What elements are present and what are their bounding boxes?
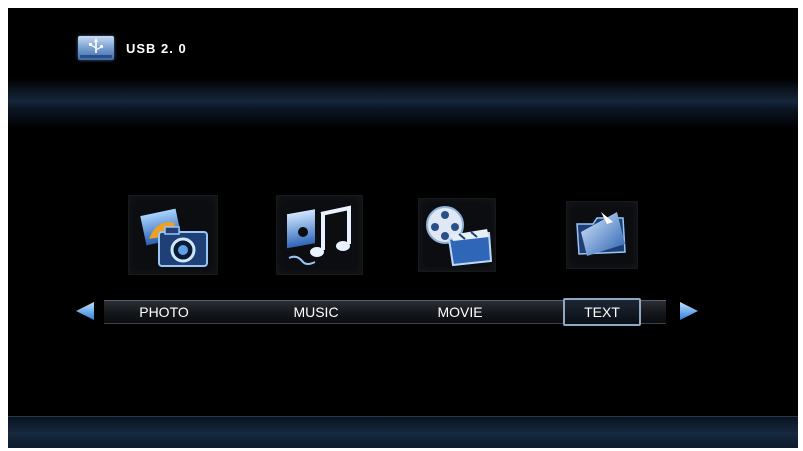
photo-camera-icon <box>140 208 208 267</box>
menu-item-photo[interactable]: PHOTO <box>124 302 204 322</box>
music-tile[interactable] <box>276 195 363 275</box>
film-reel-icon <box>426 206 493 267</box>
movie-tile[interactable] <box>418 198 496 272</box>
header-glow-band <box>8 78 798 130</box>
source-header: USB 2. 0 <box>78 36 187 60</box>
arrow-right-icon[interactable] <box>678 301 700 321</box>
header-title: USB 2. 0 <box>126 40 187 56</box>
text-tile[interactable] <box>566 201 638 269</box>
media-menu-bar: PHOTO MUSIC MOVIE TEXT <box>104 298 666 326</box>
music-note-icon <box>287 205 351 265</box>
usb-media-screen: USB 2. 0 PHOTO MUSIC MOVIE TEXT <box>8 8 798 448</box>
arrow-left-icon[interactable] <box>74 301 96 321</box>
photo-tile[interactable] <box>128 195 218 275</box>
menu-item-music[interactable]: MUSIC <box>276 302 356 322</box>
menu-item-text-selected[interactable]: TEXT <box>563 298 641 326</box>
text-folder-icon <box>576 212 626 256</box>
usb-drive-icon <box>78 36 114 60</box>
menu-item-movie[interactable]: MOVIE <box>420 302 500 322</box>
footer-bar <box>8 416 798 448</box>
